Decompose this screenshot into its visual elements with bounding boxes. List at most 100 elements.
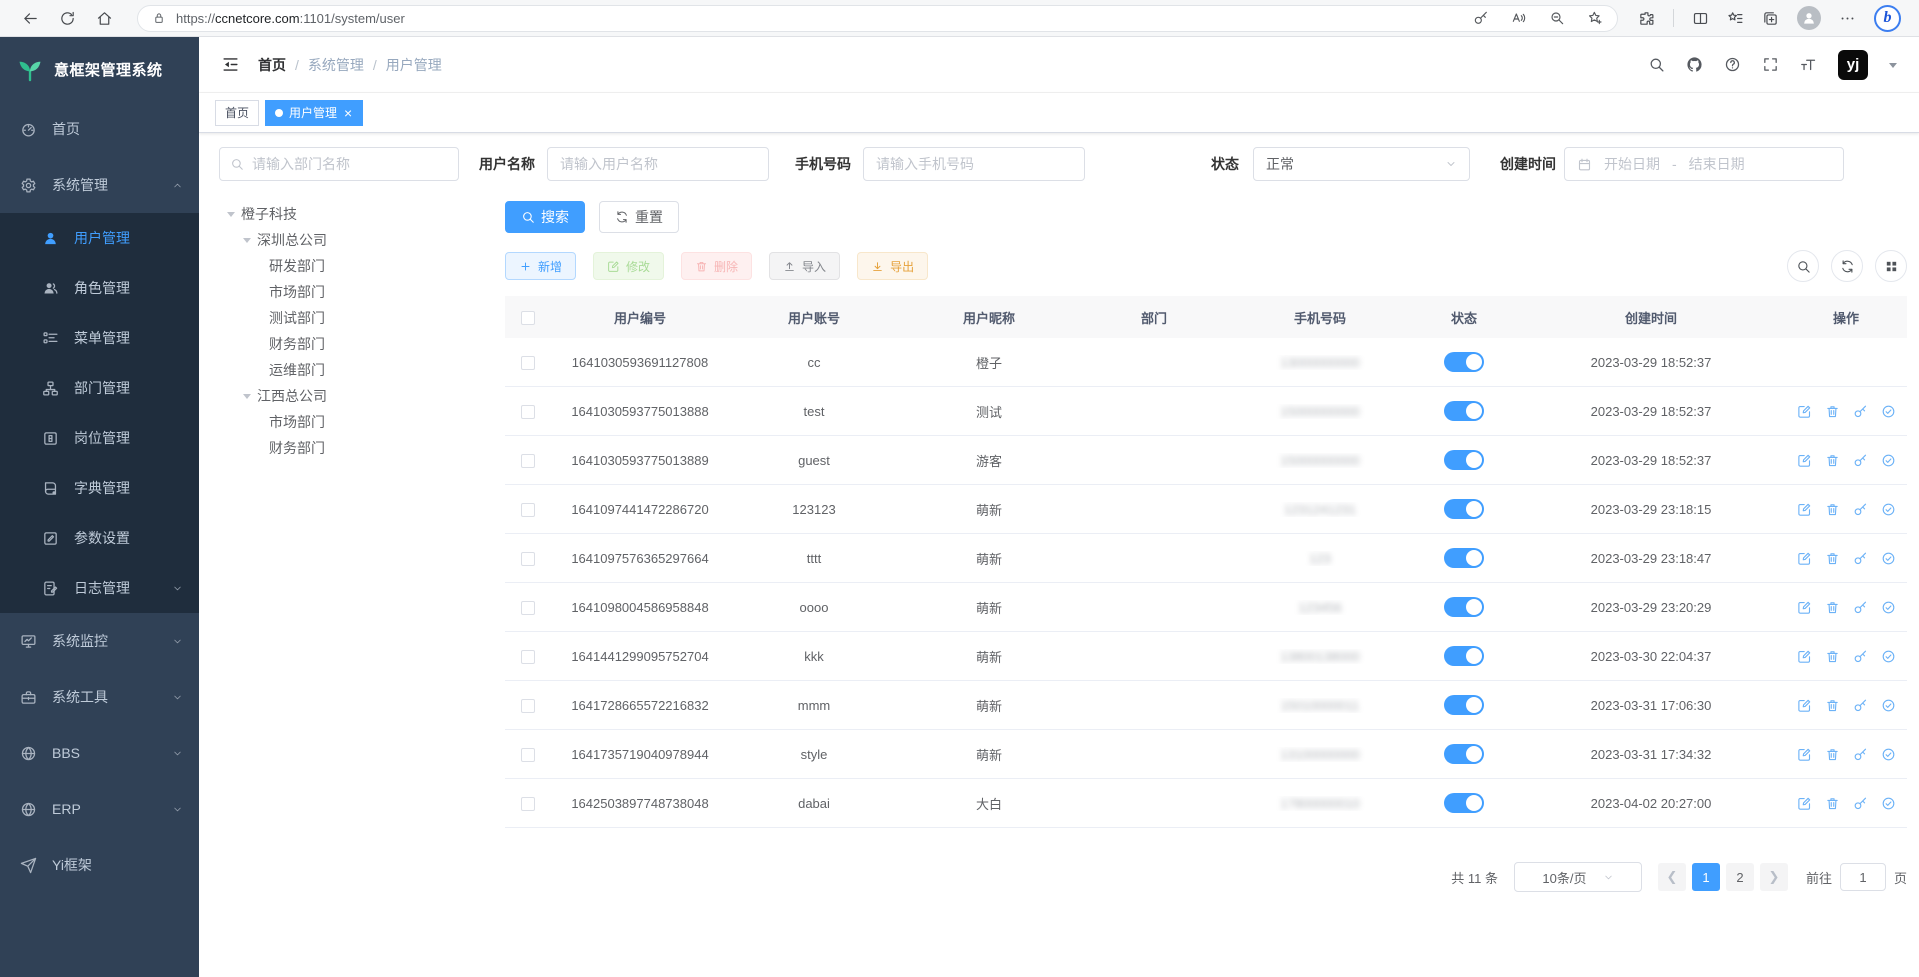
fullscreen-icon[interactable] xyxy=(1762,56,1779,73)
dept-search-box[interactable] xyxy=(219,147,459,181)
refresh-table-button[interactable] xyxy=(1831,250,1863,282)
sidebar-collapse-icon[interactable] xyxy=(221,55,240,74)
password-icon[interactable] xyxy=(1473,10,1489,26)
sidebar-item-dict[interactable]: 字典管理 xyxy=(0,463,199,513)
row-reset-password-button[interactable] xyxy=(1853,698,1868,713)
sidebar-item-user[interactable]: 用户管理 xyxy=(0,213,199,263)
back-icon[interactable] xyxy=(22,10,39,27)
tree-node[interactable]: 财务部门 xyxy=(225,435,485,461)
status-toggle[interactable] xyxy=(1444,450,1484,470)
status-toggle[interactable] xyxy=(1444,597,1484,617)
row-delete-button[interactable] xyxy=(1825,551,1840,566)
row-reset-password-button[interactable] xyxy=(1853,796,1868,811)
page-size-select[interactable]: 10条/页 xyxy=(1514,862,1642,892)
extensions-icon[interactable] xyxy=(1638,10,1655,27)
row-assign-role-button[interactable] xyxy=(1881,649,1896,664)
tab-user-mgmt[interactable]: 用户管理× xyxy=(265,100,363,126)
row-assign-role-button[interactable] xyxy=(1881,551,1896,566)
address-bar[interactable]: https://ccnetcore.com:1101/system/user xyxy=(137,5,1618,32)
add-button[interactable]: 新增 xyxy=(505,252,576,280)
row-edit-button[interactable] xyxy=(1797,649,1812,664)
row-delete-button[interactable] xyxy=(1825,698,1840,713)
date-range-picker[interactable]: 开始日期 - 结束日期 xyxy=(1564,147,1844,181)
goto-page-input[interactable] xyxy=(1840,863,1886,891)
reset-button[interactable]: 重置 xyxy=(599,201,679,233)
sidebar-item-yi[interactable]: Yi框架 xyxy=(0,837,199,893)
bing-copilot-icon[interactable]: b xyxy=(1874,5,1901,32)
breadcrumb-item[interactable]: 系统管理 xyxy=(308,55,364,75)
row-delete-button[interactable] xyxy=(1825,404,1840,419)
delete-button[interactable]: 删除 xyxy=(681,252,752,280)
tree-node[interactable]: 江西总公司 xyxy=(225,383,485,409)
sidebar-item-role[interactable]: 角色管理 xyxy=(0,263,199,313)
home-icon[interactable] xyxy=(96,10,113,27)
sidebar-item-tool[interactable]: 系统工具 xyxy=(0,669,199,725)
status-toggle[interactable] xyxy=(1444,695,1484,715)
row-assign-role-button[interactable] xyxy=(1881,600,1896,615)
row-edit-button[interactable] xyxy=(1797,796,1812,811)
row-reset-password-button[interactable] xyxy=(1853,453,1868,468)
tree-expand-icon[interactable] xyxy=(243,394,251,403)
user-avatar[interactable]: yj xyxy=(1838,50,1868,80)
row-edit-button[interactable] xyxy=(1797,502,1812,517)
row-reset-password-button[interactable] xyxy=(1853,600,1868,615)
username-input[interactable] xyxy=(547,147,769,181)
row-delete-button[interactable] xyxy=(1825,600,1840,615)
tree-expand-icon[interactable] xyxy=(227,212,235,221)
column-settings-button[interactable] xyxy=(1875,250,1907,282)
collections-icon[interactable] xyxy=(1762,10,1779,27)
zoom-out-icon[interactable] xyxy=(1549,10,1565,26)
breadcrumb-item[interactable]: 首页 xyxy=(258,55,286,75)
row-reset-password-button[interactable] xyxy=(1853,747,1868,762)
header-search-icon[interactable] xyxy=(1648,56,1665,73)
status-toggle[interactable] xyxy=(1444,548,1484,568)
row-reset-password-button[interactable] xyxy=(1853,551,1868,566)
edit-button[interactable]: 修改 xyxy=(593,252,664,280)
tree-node[interactable]: 测试部门 xyxy=(225,305,485,331)
row-assign-role-button[interactable] xyxy=(1881,747,1896,762)
sidebar-item-param[interactable]: 参数设置 xyxy=(0,513,199,563)
avatar-caret-icon[interactable] xyxy=(1889,63,1897,72)
row-edit-button[interactable] xyxy=(1797,698,1812,713)
row-assign-role-button[interactable] xyxy=(1881,453,1896,468)
row-edit-button[interactable] xyxy=(1797,551,1812,566)
status-select[interactable]: 正常 xyxy=(1253,147,1470,181)
row-delete-button[interactable] xyxy=(1825,502,1840,517)
row-assign-role-button[interactable] xyxy=(1881,502,1896,517)
sidebar-item-home[interactable]: 首页 xyxy=(0,101,199,157)
row-checkbox[interactable] xyxy=(521,552,535,566)
tree-expand-icon[interactable] xyxy=(243,238,251,247)
favorites-icon[interactable] xyxy=(1727,10,1744,27)
split-screen-icon[interactable] xyxy=(1692,10,1709,27)
row-delete-button[interactable] xyxy=(1825,796,1840,811)
next-page-button[interactable]: ❯ xyxy=(1760,863,1788,891)
sidebar-item-post[interactable]: 岗位管理 xyxy=(0,413,199,463)
status-toggle[interactable] xyxy=(1444,744,1484,764)
row-edit-button[interactable] xyxy=(1797,404,1812,419)
reload-icon[interactable] xyxy=(59,10,76,27)
dept-name-input[interactable] xyxy=(252,156,448,172)
tree-node[interactable]: 运维部门 xyxy=(225,357,485,383)
row-edit-button[interactable] xyxy=(1797,747,1812,762)
browser-profile-avatar[interactable] xyxy=(1797,6,1821,30)
page-button-1[interactable]: 1 xyxy=(1692,863,1720,891)
sidebar-item-dept[interactable]: 部门管理 xyxy=(0,363,199,413)
tab-close-icon[interactable]: × xyxy=(343,106,353,120)
sidebar-item-bbs[interactable]: BBS xyxy=(0,725,199,781)
row-reset-password-button[interactable] xyxy=(1853,649,1868,664)
tree-node[interactable]: 市场部门 xyxy=(225,279,485,305)
phone-input[interactable] xyxy=(863,147,1085,181)
row-checkbox[interactable] xyxy=(521,356,535,370)
export-button[interactable]: 导出 xyxy=(857,252,928,280)
select-all-checkbox[interactable] xyxy=(521,311,535,325)
row-delete-button[interactable] xyxy=(1825,453,1840,468)
row-checkbox[interactable] xyxy=(521,797,535,811)
row-checkbox[interactable] xyxy=(521,454,535,468)
row-checkbox[interactable] xyxy=(521,699,535,713)
browser-menu-icon[interactable] xyxy=(1839,10,1856,27)
sidebar-item-erp[interactable]: ERP xyxy=(0,781,199,837)
show-search-button[interactable] xyxy=(1787,250,1819,282)
sidebar-item-monitor[interactable]: 系统监控 xyxy=(0,613,199,669)
sidebar-item-log[interactable]: 日志管理 xyxy=(0,563,199,613)
import-button[interactable]: 导入 xyxy=(769,252,840,280)
